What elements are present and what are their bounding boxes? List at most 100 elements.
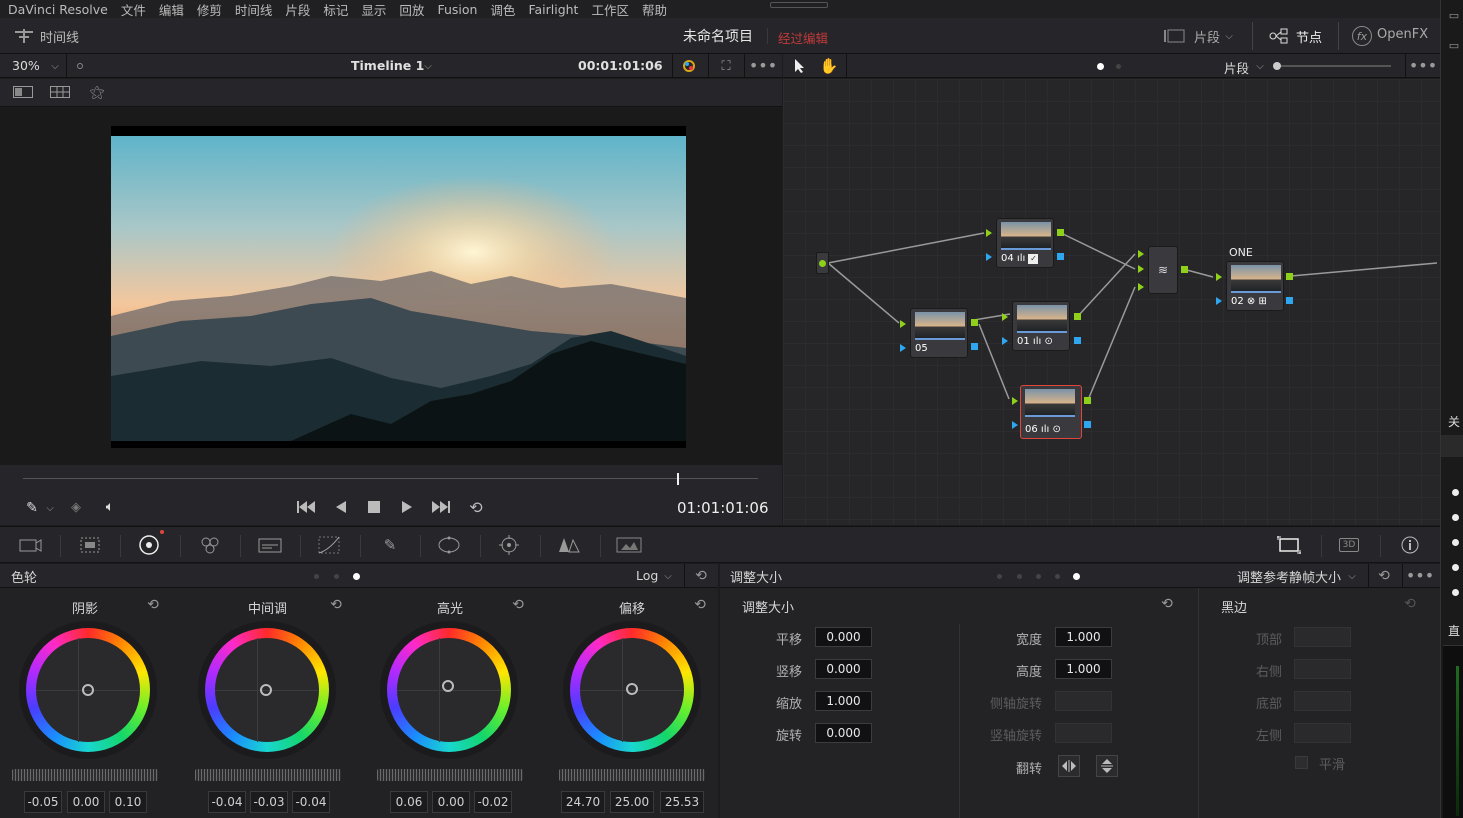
3d-icon[interactable]: 3D — [1336, 534, 1362, 556]
nodes-icon[interactable] — [1268, 27, 1290, 45]
node-input-alpha[interactable] — [1216, 297, 1222, 305]
node-output-rgb[interactable] — [971, 319, 978, 326]
openfx-icon[interactable]: fx — [1352, 26, 1372, 46]
node-output-alpha[interactable] — [971, 343, 978, 350]
flip-horizontal-icon[interactable] — [1058, 755, 1080, 777]
zoom-field[interactable]: 1.000 — [815, 691, 872, 711]
reset-icon[interactable]: ⟲ — [1401, 595, 1419, 613]
offset-master-slider[interactable] — [559, 769, 705, 781]
color-match-icon[interactable] — [76, 534, 104, 556]
menu-fusion[interactable]: Fusion — [437, 2, 477, 17]
split-view-icon[interactable] — [12, 84, 34, 100]
mixer-output[interactable] — [1181, 266, 1188, 273]
menu-color[interactable]: 调色 — [490, 0, 515, 19]
pan-field[interactable]: 0.000 — [815, 627, 872, 647]
more-options-icon[interactable]: ••• — [1406, 566, 1434, 585]
midtones-wheel[interactable] — [205, 628, 329, 752]
viewer-image[interactable] — [111, 126, 686, 448]
window-drag-handle[interactable] — [770, 2, 828, 8]
wheel-puck[interactable] — [260, 684, 272, 696]
menu-timeline[interactable]: 时间线 — [235, 0, 273, 19]
width-field[interactable]: 1.000 — [1055, 627, 1112, 647]
more-options-icon[interactable]: ••• — [749, 56, 777, 75]
page-indicator-1[interactable] — [314, 574, 319, 579]
openfx-button[interactable]: OpenFX — [1377, 27, 1428, 42]
rgb-mixer-icon[interactable] — [196, 534, 224, 556]
zoom-dropdown[interactable]: 30% — [12, 58, 40, 73]
node-zoom-slider[interactable] — [1273, 62, 1391, 70]
node-output-rgb[interactable] — [1057, 229, 1064, 236]
chevron-down-icon[interactable]: ⌵ — [1345, 567, 1359, 585]
magic-wand-icon[interactable]: ⚝ — [86, 83, 108, 101]
play-reverse-icon[interactable] — [331, 497, 351, 517]
reset-icon[interactable]: ⟲ — [327, 596, 345, 614]
hand-icon[interactable]: ✋ — [819, 56, 839, 76]
page-indicator-2[interactable] — [334, 574, 339, 579]
node-05[interactable]: 05 — [910, 308, 968, 358]
node-output-alpha[interactable] — [1084, 421, 1091, 428]
chevron-down-icon[interactable]: ⌵ — [1253, 57, 1267, 75]
yaw-field[interactable] — [1055, 723, 1112, 743]
mixer-input-1[interactable] — [1138, 250, 1144, 258]
sizing-mode-dropdown[interactable]: 调整参考静帧大小 — [1237, 567, 1341, 586]
tracker-icon[interactable] — [495, 534, 523, 556]
scrubber-track[interactable] — [23, 478, 758, 479]
node-input-rgb[interactable] — [986, 229, 992, 237]
value-field[interactable]: -0.05 — [24, 791, 62, 813]
page-indicator-4[interactable] — [1055, 574, 1060, 579]
radio-4[interactable] — [1452, 564, 1459, 571]
node-04[interactable]: 04 ılı ✓ — [996, 218, 1054, 268]
value-field[interactable]: 0.00 — [67, 791, 105, 813]
close-tab[interactable]: 关 — [1448, 413, 1460, 430]
node-input-rgb[interactable] — [1012, 397, 1018, 405]
value-field[interactable]: 0.06 — [390, 791, 428, 813]
gallery-icon[interactable] — [49, 84, 71, 100]
node-zoom-handle[interactable] — [1273, 62, 1281, 70]
value-field[interactable]: 24.70 — [561, 791, 605, 813]
app-name[interactable]: DaVinci Resolve — [8, 2, 108, 17]
node-editor[interactable]: 04 ılı ✓ 05 01 ılı ⊙ 06 ılı ⊙ ≋ ONE 02 ⊗… — [783, 79, 1440, 525]
pointer-icon[interactable] — [791, 56, 809, 76]
qualifier-icon[interactable]: ✎ — [376, 534, 404, 556]
timeline-toggle[interactable]: 时间线 — [40, 27, 79, 46]
panel-icon[interactable]: ▭ — [1447, 8, 1461, 22]
menu-file[interactable]: 文件 — [121, 0, 146, 19]
chevron-down-icon[interactable]: ⌵ — [1222, 27, 1236, 45]
page-indicator-1[interactable] — [1097, 63, 1104, 70]
value-field[interactable]: -0.04 — [208, 791, 246, 813]
node-01[interactable]: 01 ılı ⊙ — [1012, 301, 1070, 351]
flip-vertical-icon[interactable] — [1096, 755, 1118, 777]
node-mode-dropdown[interactable]: 片段 — [1224, 58, 1249, 77]
menu-view[interactable]: 显示 — [361, 0, 386, 19]
menu-workspace[interactable]: 工作区 — [591, 0, 629, 19]
clips-button[interactable]: 片段 — [1194, 27, 1220, 46]
node-output-rgb[interactable] — [1084, 397, 1091, 404]
node-output-rgb[interactable] — [1074, 313, 1081, 320]
pitch-field[interactable] — [1055, 691, 1112, 711]
eyedropper-icon[interactable]: ✎ — [22, 499, 42, 517]
jump-start-icon[interactable] — [294, 497, 318, 517]
midtones-master-slider[interactable] — [195, 769, 341, 781]
node-input-rgb[interactable] — [1216, 273, 1222, 281]
value-field[interactable]: 0.10 — [109, 791, 147, 813]
menu-edit[interactable]: 编辑 — [159, 0, 184, 19]
page-indicator-3[interactable] — [1036, 574, 1041, 579]
menu-help[interactable]: 帮助 — [642, 0, 667, 19]
reset-icon[interactable]: ⟲ — [691, 567, 711, 585]
node-input-alpha[interactable] — [1002, 337, 1008, 345]
color-wheels-icon[interactable] — [135, 533, 163, 557]
volume-icon[interactable]: 🔈︎ — [99, 498, 121, 516]
smooth-checkbox[interactable] — [1295, 756, 1308, 769]
rotate-field[interactable]: 0.000 — [815, 723, 872, 743]
node-input-rgb[interactable] — [1002, 313, 1008, 321]
window-icon[interactable] — [435, 534, 463, 556]
node-input-alpha[interactable] — [1012, 421, 1018, 429]
right-field[interactable] — [1294, 659, 1351, 679]
chevron-down-icon[interactable]: ⌵ — [48, 57, 62, 75]
stop-icon[interactable] — [364, 497, 384, 517]
tilt-field[interactable]: 0.000 — [815, 659, 872, 679]
menu-mark[interactable]: 标记 — [323, 0, 348, 19]
page-indicator-3[interactable] — [353, 573, 360, 580]
mixer-input-3[interactable] — [1138, 283, 1144, 291]
layers-icon[interactable]: ◈ — [66, 498, 86, 516]
